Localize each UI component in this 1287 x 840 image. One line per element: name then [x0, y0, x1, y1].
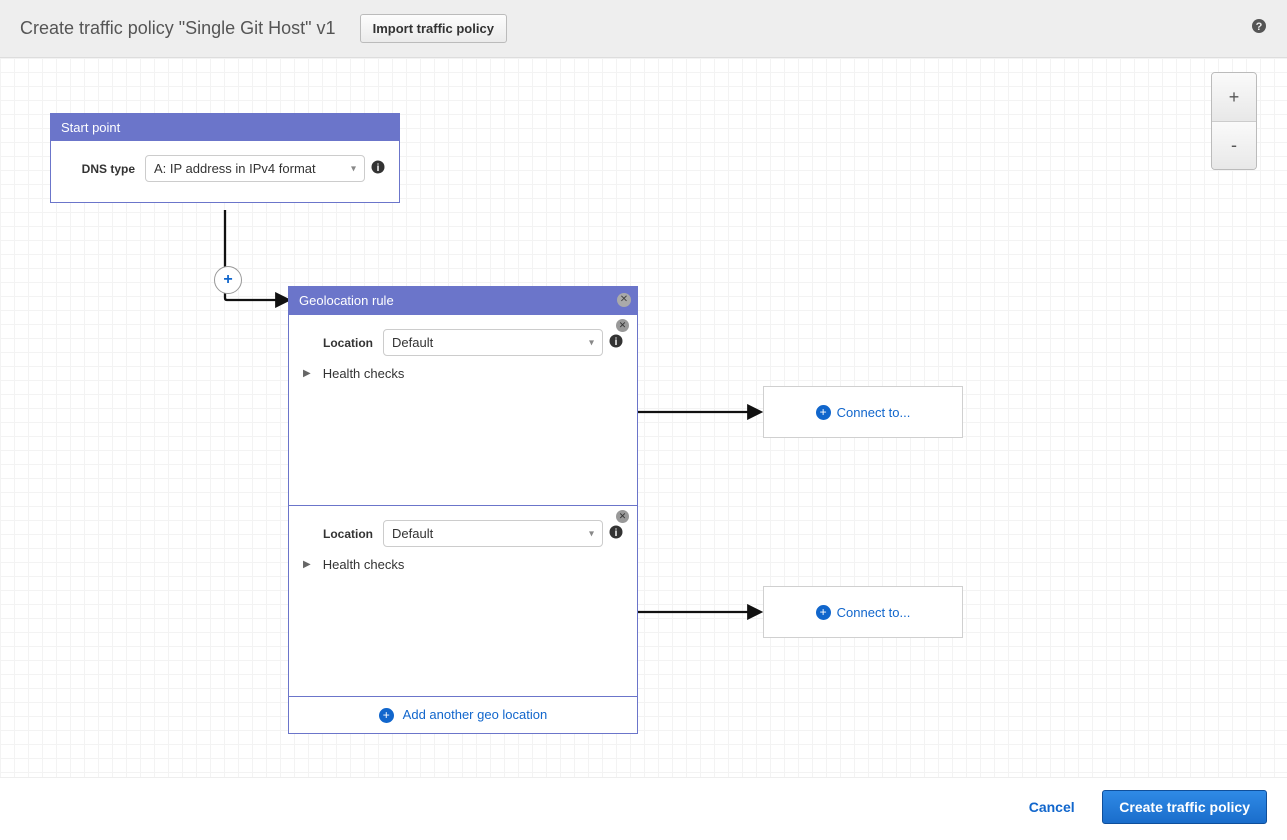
chevron-down-icon: ▾	[351, 163, 356, 174]
plus-circle-icon: +	[816, 605, 831, 620]
chevron-down-icon: ▾	[589, 337, 594, 348]
location-select[interactable]: Default ▾	[383, 520, 603, 547]
zoom-out-button[interactable]: -	[1212, 121, 1256, 169]
dns-type-label: DNS type	[65, 162, 145, 176]
remove-location-icon[interactable]: ✕	[616, 319, 629, 332]
footer-bar: Cancel Create traffic policy	[0, 778, 1287, 836]
location-label: Location	[303, 336, 383, 350]
health-checks-toggle[interactable]: ▶ Health checks	[303, 557, 623, 572]
zoom-controls: + -	[1211, 72, 1257, 170]
create-traffic-policy-button[interactable]: Create traffic policy	[1102, 790, 1267, 824]
connect-to-label: Connect to...	[837, 605, 911, 620]
info-icon[interactable]: i	[609, 525, 623, 542]
svg-text:i: i	[615, 337, 618, 348]
info-icon[interactable]: i	[609, 334, 623, 351]
location-label: Location	[303, 527, 383, 541]
plus-circle-icon: +	[816, 405, 831, 420]
geolocation-rule-node[interactable]: Geolocation rule ✕ ✕ Location Default ▾ …	[288, 286, 638, 734]
add-geo-location[interactable]: + Add another geo location	[289, 696, 637, 733]
remove-node-icon[interactable]: ✕	[617, 293, 631, 307]
start-point-node[interactable]: Start point DNS type A: IP address in IP…	[50, 113, 400, 203]
svg-text:i: i	[615, 528, 618, 539]
dns-type-select[interactable]: A: IP address in IPv4 format ▾	[145, 155, 365, 182]
add-rule-button[interactable]: +	[214, 266, 242, 294]
start-point-body: DNS type A: IP address in IPv4 format ▾ …	[51, 141, 399, 202]
location-value: Default	[392, 335, 433, 350]
geo-section-1: ✕ Location Default ▾ i ▶ Health checks	[289, 505, 637, 696]
info-icon[interactable]: i	[371, 160, 385, 177]
svg-text:?: ?	[1256, 21, 1263, 33]
geolocation-header: Geolocation rule ✕	[289, 287, 637, 314]
connect-to-box-1[interactable]: + Connect to...	[763, 586, 963, 638]
remove-location-icon[interactable]: ✕	[616, 510, 629, 523]
help-icon[interactable]: ?	[1251, 18, 1267, 39]
geo-section-0: ✕ Location Default ▾ i ▶ Health checks	[289, 314, 637, 505]
svg-text:i: i	[377, 163, 380, 174]
caret-right-icon: ▶	[303, 368, 311, 379]
health-checks-label: Health checks	[323, 366, 405, 381]
zoom-in-button[interactable]: +	[1212, 73, 1256, 121]
health-checks-label: Health checks	[323, 557, 405, 572]
dns-type-value: A: IP address in IPv4 format	[154, 161, 316, 176]
geolocation-title: Geolocation rule	[299, 293, 394, 308]
canvas[interactable]: + - Start point DNS type A: IP address i…	[0, 58, 1287, 778]
plus-circle-icon: +	[379, 708, 394, 723]
start-point-header: Start point	[51, 114, 399, 141]
page-title: Create traffic policy "Single Git Host" …	[20, 18, 336, 39]
location-value: Default	[392, 526, 433, 541]
cancel-button[interactable]: Cancel	[1015, 791, 1089, 823]
caret-right-icon: ▶	[303, 559, 311, 570]
health-checks-toggle[interactable]: ▶ Health checks	[303, 366, 623, 381]
import-traffic-policy-button[interactable]: Import traffic policy	[360, 14, 507, 43]
header-bar: Create traffic policy "Single Git Host" …	[0, 0, 1287, 58]
connect-to-box-0[interactable]: + Connect to...	[763, 386, 963, 438]
add-geo-label: Add another geo location	[403, 707, 548, 722]
chevron-down-icon: ▾	[589, 528, 594, 539]
connect-to-label: Connect to...	[837, 405, 911, 420]
location-select[interactable]: Default ▾	[383, 329, 603, 356]
